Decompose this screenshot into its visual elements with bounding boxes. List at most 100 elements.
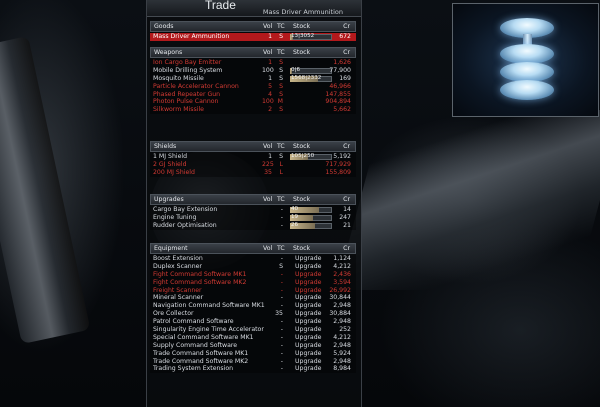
ammo-pod-mid (500, 44, 554, 64)
credits-column-header: Cr (343, 196, 350, 203)
table-row[interactable]: Trade Command Software MK2 - Upgrade 2,948 (150, 358, 356, 366)
table-row[interactable]: Photon Pulse Cannon 100 M 904,894 (150, 98, 356, 106)
table-row[interactable]: 200 MJ Shield 35 L 155,809 (150, 169, 356, 177)
table-row[interactable]: Phased Repeater Gun 4 S 147,855 (150, 91, 356, 99)
table-row[interactable]: Special Command Software MK1 - Upgrade 4,21… (150, 334, 356, 342)
stock-amount: 40 (291, 206, 299, 212)
table-row[interactable]: Mineral Scanner - Upgrade 30,844 (150, 294, 356, 302)
table-row[interactable]: Fight Command Software MK1 - Upgrade 2,436 (150, 271, 356, 279)
item-name: Mass Driver Ammunition (153, 33, 230, 40)
table-row[interactable]: Mobile Drilling System 100 S 0|6 77,900 (150, 67, 356, 75)
section-title: Upgrades (154, 196, 184, 203)
item-transport-class: - (280, 357, 283, 365)
item-volume: 1 (268, 33, 272, 40)
item-name: Phased Repeater Gun (153, 90, 221, 98)
item-name: Fight Command Software MK2 (153, 278, 247, 286)
item-transport-class: L (279, 160, 283, 168)
table-row[interactable]: Freight Scanner - Upgrade 26,992 (150, 287, 356, 295)
item-price: 2,948 (333, 341, 351, 349)
item-price: 1,124 (333, 255, 351, 262)
table-row[interactable]: Rudder Optimisation - 26 21 (150, 222, 356, 230)
item-name: Trade Command Software MK1 (153, 349, 249, 357)
table-row[interactable]: Mosquito Missile 1 S 1568|2332 169 (150, 75, 356, 83)
table-row[interactable]: Ion Cargo Bay Emitter 1 S 1,626 (150, 59, 356, 67)
tc-column-header: TC (277, 49, 285, 56)
stock-amount: Upgrade (295, 262, 322, 270)
equipment-header: Equipment Vol TC Stock Cr (150, 243, 356, 254)
table-row[interactable]: Trade Command Software MK1 - Upgrade 5,924 (150, 350, 356, 358)
stock-amount: Upgrade (295, 302, 322, 310)
credits-column-header: Cr (343, 143, 350, 150)
table-row[interactable]: Engine Tuning - 19 247 (150, 214, 356, 222)
credits-column-header: Cr (343, 49, 350, 56)
item-transport-class: S (279, 66, 283, 74)
table-row[interactable]: Mass Driver Ammunition 1 S 13|3052 672 (150, 33, 356, 41)
item-transport-class: M (277, 98, 283, 106)
stock-column-header: Stock (293, 49, 311, 56)
item-transport-class: - (280, 365, 283, 373)
stock-amount: Upgrade (295, 255, 322, 262)
stock-amount: 0|6 (291, 66, 301, 73)
tc-column-header: TC (277, 143, 285, 150)
shields-section: Shields Vol TC Stock Cr 1 MJ Shield 1 S 105|250 5… (150, 141, 356, 177)
table-row[interactable]: Patrol Command Software - Upgrade 2,948 (150, 318, 356, 326)
table-row[interactable]: Ore Collector 35 Upgrade 30,884 (150, 310, 356, 318)
table-row[interactable]: 1 MJ Shield 1 S 105|250 5,192 (150, 153, 356, 161)
item-name: Trade Command Software MK2 (153, 357, 249, 365)
stock-amount: Upgrade (295, 326, 322, 334)
item-name: Duplex Scanner (153, 262, 202, 270)
stock-amount: Upgrade (295, 341, 322, 349)
shields-rows: 1 MJ Shield 1 S 105|250 5,192 2 GJ Shield 225 L… (150, 152, 356, 177)
item-name: Freight Scanner (153, 286, 202, 294)
weapons-section: Weapons Vol TC Stock Cr Ion Cargo Bay Emitter… (150, 47, 356, 115)
item-transport-class: - (280, 255, 283, 262)
stock-amount: 26 (291, 221, 299, 228)
credits-column-header: Cr (343, 245, 350, 252)
item-transport-class: - (280, 326, 283, 334)
equipment-rows: Boost Extension - Upgrade 1,124 Duplex Scann… (150, 254, 356, 374)
table-row[interactable]: Silkworm Missile 2 S 5,662 (150, 106, 356, 114)
item-name: Patrol Command Software (153, 318, 234, 326)
item-volume: 35 (264, 168, 272, 176)
table-row[interactable]: Cargo Bay Extension - 40 14 (150, 206, 356, 214)
item-transport-class: - (280, 286, 283, 294)
item-name: Special Command Software MK1 (153, 333, 254, 341)
item-transport-class: L (279, 168, 283, 176)
stock-bar: 0|6 (290, 66, 332, 74)
item-volume: 5 (268, 82, 272, 90)
tc-column-header: TC (277, 196, 285, 203)
table-row[interactable]: Trading System Extension - Upgrade 8,984 (150, 365, 356, 373)
item-name: Supply Command Software (153, 341, 238, 349)
stock-bar: 13|3052 (290, 33, 332, 40)
table-row[interactable]: Singularity Engine Time Accelerator - Upgr… (150, 326, 356, 334)
table-row[interactable]: Particle Accelerator Cannon 5 S 46,966 (150, 83, 356, 91)
item-volume: 2 (268, 106, 272, 114)
item-transport-class: - (280, 333, 283, 341)
stock-amount: Upgrade (295, 278, 322, 286)
item-volume: 1 (268, 74, 272, 82)
table-row[interactable]: Boost Extension - Upgrade 1,124 (150, 255, 356, 263)
item-price: 2,436 (333, 270, 351, 278)
tc-column-header: TC (277, 23, 285, 30)
item-price: 252 (339, 326, 351, 334)
stock-amount: Upgrade (295, 294, 322, 302)
stock-amount: Upgrade (295, 349, 322, 357)
item-transport-class: - (280, 206, 283, 213)
item-volume: 100 (262, 66, 274, 74)
table-row[interactable]: Supply Command Software - Upgrade 2,948 (150, 342, 356, 350)
item-price: 77,900 (329, 66, 351, 74)
stock-amount: Upgrade (295, 270, 322, 278)
item-price: 2,948 (333, 357, 351, 365)
item-name: 200 MJ Shield (153, 168, 195, 176)
stock-amount: Upgrade (295, 365, 322, 373)
table-row[interactable]: Navigation Command Software MK1 - Upgrade 2… (150, 302, 356, 310)
item-price: 5,924 (333, 349, 351, 357)
table-row[interactable]: Duplex Scanner S Upgrade 4,212 (150, 263, 356, 271)
table-row[interactable]: 2 GJ Shield 225 L 717,929 (150, 161, 356, 169)
item-volume: 225 (262, 160, 274, 168)
item-transport-class: S (279, 90, 283, 98)
item-name: Singularity Engine Time Accelerator (153, 326, 264, 334)
table-row[interactable]: Fight Command Software MK2 - Upgrade 3,594 (150, 279, 356, 287)
item-name: Photon Pulse Cannon (153, 98, 219, 106)
item-transport-class: - (280, 349, 283, 357)
